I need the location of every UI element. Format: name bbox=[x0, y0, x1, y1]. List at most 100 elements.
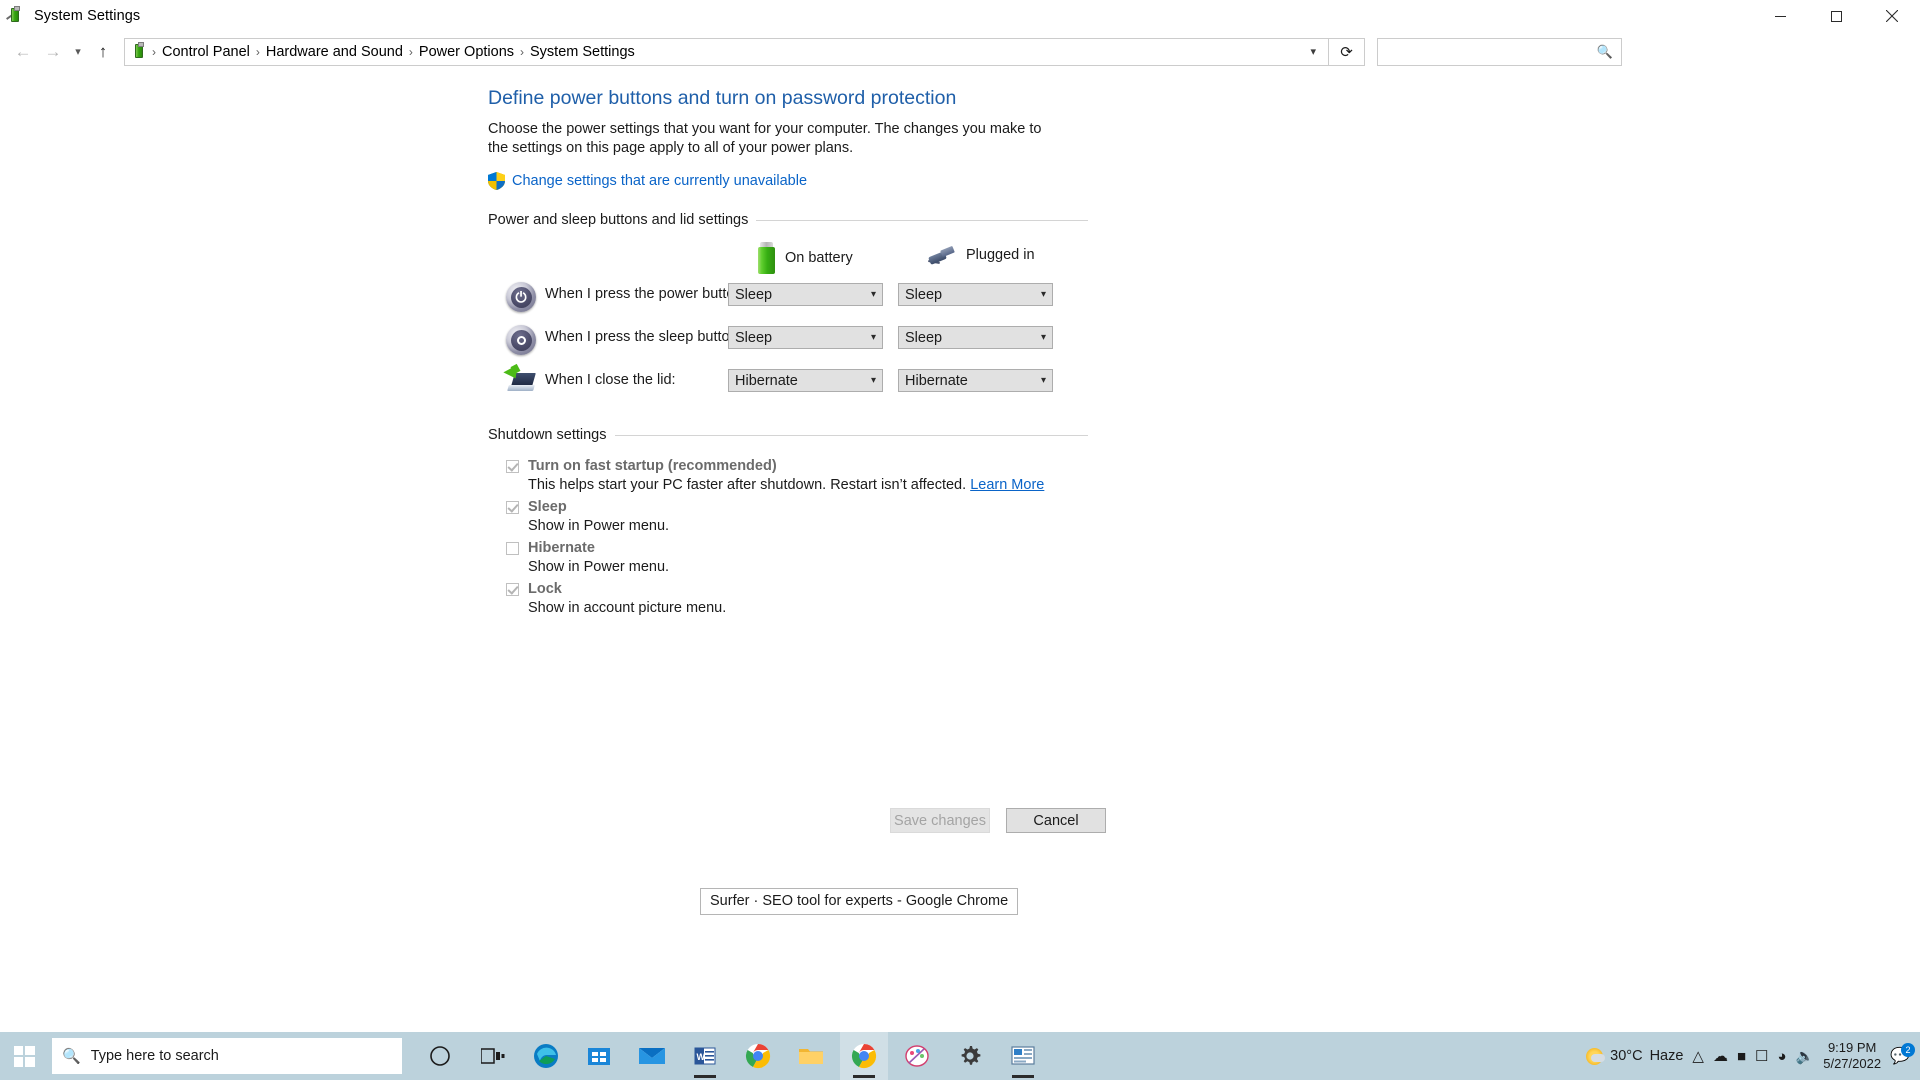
file-explorer-icon[interactable] bbox=[787, 1032, 835, 1080]
chrome-window-icon[interactable] bbox=[840, 1032, 888, 1080]
dropdown-value: Hibernate bbox=[735, 372, 798, 389]
dropdown-power-button-plugged-in[interactable]: Sleep ▾ bbox=[898, 283, 1053, 306]
checkbox-row-sleep[interactable]: Sleep Show in Power menu. bbox=[488, 498, 1088, 536]
clock-date: 5/27/2022 bbox=[1823, 1056, 1882, 1071]
shutdown-section-header: Shutdown settings bbox=[488, 427, 1088, 443]
content-area: Define power buttons and turn on passwor… bbox=[0, 70, 1920, 980]
checkbox-row-hibernate[interactable]: Hibernate Show in Power menu. bbox=[488, 539, 1088, 577]
dialog-buttons: Save changes Cancel bbox=[890, 808, 1106, 833]
microsoft-edge-icon[interactable] bbox=[522, 1032, 570, 1080]
wifi-icon[interactable]: ◕ bbox=[1777, 1048, 1786, 1065]
up-arrow-icon[interactable]: ↑ bbox=[88, 37, 118, 67]
settings-icon[interactable] bbox=[946, 1032, 994, 1080]
save-changes-button[interactable]: Save changes bbox=[890, 808, 990, 833]
close-button[interactable] bbox=[1864, 0, 1920, 33]
taskbar-active-underline bbox=[694, 1075, 716, 1078]
checkbox-row-lock[interactable]: Lock Show in account picture menu. bbox=[488, 580, 1088, 618]
power-section-header: Power and sleep buttons and lid settings bbox=[488, 212, 1088, 228]
setting-row-close-lid: When I close the lid: Hibernate ▾ Hibern… bbox=[488, 363, 1088, 409]
column-plugged-in: Plugged in bbox=[927, 242, 1035, 268]
control-panel-icon[interactable] bbox=[999, 1032, 1047, 1080]
checkbox-fast-startup[interactable] bbox=[506, 460, 519, 473]
column-headers: On battery Plugged in bbox=[488, 236, 1088, 280]
dropdown-close-lid-plugged-in[interactable]: Hibernate ▾ bbox=[898, 369, 1053, 392]
weather-widget[interactable]: 30°C Haze bbox=[1586, 1047, 1684, 1065]
search-input[interactable]: 🔍 bbox=[1377, 37, 1622, 66]
battery-icon bbox=[758, 242, 775, 274]
chevron-down-icon: ▾ bbox=[870, 289, 876, 300]
recent-locations-icon[interactable]: ▾ bbox=[68, 37, 88, 67]
column-plugged-in-label: Plugged in bbox=[966, 247, 1035, 263]
breadcrumb[interactable]: › Control Panel › Hardware and Sound › P… bbox=[124, 37, 1329, 66]
learn-more-link[interactable]: Learn More bbox=[970, 477, 1044, 493]
chevron-down-icon[interactable]: ▾ bbox=[1300, 45, 1326, 58]
dropdown-sleep-button-on-battery[interactable]: Sleep ▾ bbox=[728, 326, 883, 349]
fast-startup-description-text: This helps start your PC faster after sh… bbox=[528, 477, 967, 493]
checkbox-row-fast-startup[interactable]: Turn on fast startup (recommended) This … bbox=[488, 457, 1088, 495]
dropdown-value: Sleep bbox=[905, 329, 943, 346]
notification-icon[interactable]: 💬 2 bbox=[1890, 1043, 1915, 1066]
back-arrow-icon[interactable]: ← bbox=[8, 37, 38, 67]
battery-icon[interactable]: ■ bbox=[1737, 1048, 1746, 1065]
taskbar-tooltip: Surfer · SEO tool for experts - Google C… bbox=[700, 888, 1019, 915]
task-view-icon[interactable] bbox=[469, 1032, 517, 1080]
checkbox-lock[interactable] bbox=[506, 583, 519, 596]
laptop-lid-icon bbox=[503, 363, 536, 398]
checkbox-label-hibernate: Hibernate bbox=[528, 540, 595, 556]
chevron-down-icon: ▾ bbox=[1040, 375, 1046, 386]
search-icon: 🔍 bbox=[62, 1048, 81, 1065]
clock-time: 9:19 PM bbox=[1827, 1040, 1877, 1055]
checkbox-description-hibernate: Show in Power menu. bbox=[528, 559, 670, 575]
window-controls bbox=[1752, 0, 1920, 33]
mail-icon[interactable] bbox=[628, 1032, 676, 1080]
notification-count: 2 bbox=[1901, 1043, 1915, 1057]
maximize-button[interactable] bbox=[1808, 0, 1864, 33]
clock[interactable]: 9:19 PM 5/27/2022 bbox=[1823, 1040, 1881, 1072]
paint-icon[interactable] bbox=[893, 1032, 941, 1080]
breadcrumb-item-control-panel[interactable]: Control Panel bbox=[157, 42, 255, 62]
refresh-icon[interactable]: ⟳ bbox=[1329, 37, 1365, 66]
column-on-battery: On battery bbox=[758, 242, 853, 274]
system-tray: 30°C Haze △ ☁ ■ ☐ ◕ 🔈 9:19 PM 5/27/2022 … bbox=[1586, 1040, 1920, 1072]
power-section-title: Power and sleep buttons and lid settings bbox=[488, 212, 749, 228]
minimize-button[interactable] bbox=[1752, 0, 1808, 33]
chevron-up-icon[interactable]: △ bbox=[1692, 1047, 1704, 1065]
taskbar-search-input[interactable]: 🔍 Type here to search bbox=[52, 1038, 402, 1074]
window-title: System Settings bbox=[34, 8, 141, 24]
dropdown-power-button-on-battery[interactable]: Sleep ▾ bbox=[728, 283, 883, 306]
chevron-down-icon: ▾ bbox=[870, 375, 876, 386]
change-settings-link[interactable]: Change settings that are currently unava… bbox=[512, 173, 807, 189]
checkbox-hibernate[interactable] bbox=[506, 542, 519, 555]
dropdown-close-lid-on-battery[interactable]: Hibernate ▾ bbox=[728, 369, 883, 392]
shutdown-options-list: Turn on fast startup (recommended) This … bbox=[488, 457, 1088, 618]
display-icon[interactable]: ☐ bbox=[1755, 1047, 1768, 1065]
microsoft-store-icon[interactable] bbox=[575, 1032, 623, 1080]
weather-condition: Haze bbox=[1649, 1048, 1684, 1064]
checkbox-sleep[interactable] bbox=[506, 501, 519, 514]
checkbox-label-sleep: Sleep bbox=[528, 499, 567, 515]
taskbar: 🔍 Type here to search W 30°C Haze △ ☁ ■ … bbox=[0, 1032, 1920, 1080]
change-settings-row[interactable]: Change settings that are currently unava… bbox=[488, 172, 1088, 190]
cancel-button[interactable]: Cancel bbox=[1006, 808, 1106, 833]
forward-arrow-icon[interactable]: → bbox=[38, 37, 68, 67]
breadcrumb-item-hardware-and-sound[interactable]: Hardware and Sound bbox=[261, 42, 408, 62]
onedrive-icon[interactable]: ☁ bbox=[1713, 1047, 1728, 1065]
title-bar: System Settings bbox=[0, 0, 1920, 33]
dropdown-value: Sleep bbox=[735, 329, 773, 346]
battery-icon bbox=[6, 6, 26, 26]
breadcrumb-item-power-options[interactable]: Power Options bbox=[414, 42, 519, 62]
svg-text:W: W bbox=[697, 1052, 706, 1062]
volume-icon[interactable]: 🔈 bbox=[1796, 1047, 1815, 1065]
dropdown-sleep-button-plugged-in[interactable]: Sleep ▾ bbox=[898, 326, 1053, 349]
dropdown-value: Sleep bbox=[735, 286, 773, 303]
setting-label-sleep-button: When I press the sleep button: bbox=[545, 329, 742, 345]
taskbar-active-underline bbox=[853, 1075, 875, 1078]
page-description: Choose the power settings that you want … bbox=[488, 121, 1042, 156]
windows-start-icon[interactable] bbox=[0, 1032, 48, 1080]
google-chrome-icon[interactable] bbox=[734, 1032, 782, 1080]
cortana-icon[interactable] bbox=[416, 1032, 464, 1080]
chevron-down-icon: ▾ bbox=[870, 332, 876, 343]
breadcrumb-item-system-settings[interactable]: System Settings bbox=[525, 42, 640, 62]
checkbox-description-sleep: Show in Power menu. bbox=[528, 518, 670, 534]
word-icon[interactable]: W bbox=[681, 1032, 729, 1080]
